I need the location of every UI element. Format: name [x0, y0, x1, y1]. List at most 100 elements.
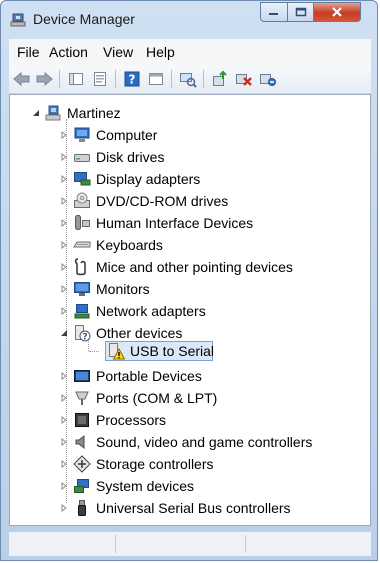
show-hide-tree-button[interactable]: [67, 70, 85, 88]
status-bar: [9, 531, 371, 556]
tree-root[interactable]: Martinez: [14, 102, 121, 123]
display-adapter-icon: [73, 170, 91, 188]
tree-item-disk-drives[interactable]: Disk drives: [60, 146, 164, 167]
disable-icon: [260, 74, 276, 86]
expand-arrow-icon: [61, 196, 67, 205]
tree-item-label: Keyboards: [96, 236, 163, 253]
tree-item-label: Network adapters: [96, 302, 206, 319]
update-driver-icon: [213, 70, 227, 86]
expand-arrow-icon: [61, 262, 67, 271]
tree-item-portable-devices[interactable]: Portable Devices: [60, 365, 202, 386]
tree-item-label: Computer: [96, 126, 158, 143]
expand-arrow-icon: [61, 284, 67, 293]
properties-icon: [94, 72, 106, 86]
keyboard-icon: [73, 236, 91, 254]
expand-arrow-icon: [61, 240, 67, 249]
tree-item-processors[interactable]: Processors: [60, 409, 166, 430]
close-icon: [332, 7, 342, 17]
expand-arrow-icon: [61, 481, 67, 490]
tree-item-mice[interactable]: Mice and other pointing devices: [60, 256, 293, 277]
menu-action[interactable]: Action: [49, 44, 88, 60]
tree-item-usb-to-serial[interactable]: USB to Serial: [107, 342, 214, 360]
network-adapter-icon: [73, 302, 91, 320]
device-manager-icon: [10, 13, 26, 27]
processor-icon: [73, 411, 91, 429]
disk-drive-icon: [73, 148, 91, 166]
storage-controller-icon: [73, 454, 91, 473]
tree-item-label: Other devices: [96, 324, 183, 341]
window-title: Device Manager: [33, 11, 135, 27]
scan-hardware-icon: [180, 73, 197, 88]
tree-item-label: Portable Devices: [96, 367, 202, 384]
tree-item-other-devices[interactable]: ? Other devices: [60, 322, 182, 343]
svg-text:?: ?: [82, 332, 87, 342]
mouse-icon: [73, 257, 91, 276]
tree-item-ports[interactable]: Ports (COM & LPT): [60, 387, 217, 408]
dvd-drive-icon: [73, 192, 91, 210]
tree-root-label: Martinez: [67, 104, 121, 121]
tree-item-label: Human Interface Devices: [96, 214, 254, 231]
expand-arrow-icon: [61, 218, 67, 227]
tree-item-dvd-cd-rom-drives[interactable]: DVD/CD-ROM drives: [60, 190, 228, 211]
monitor-icon: [73, 280, 91, 298]
tree-item-label: Storage controllers: [96, 455, 214, 472]
forward-icon: [36, 72, 53, 86]
expand-arrow-icon: [61, 152, 67, 161]
tree-item-human-interface-devices[interactable]: Human Interface Devices: [60, 212, 253, 233]
update-driver-button[interactable]: [211, 70, 229, 88]
port-icon: [73, 389, 91, 407]
menu-bar: File Action View Help: [9, 39, 371, 66]
tree-item-storage-controllers[interactable]: Storage controllers: [60, 453, 214, 474]
back-button[interactable]: [13, 70, 31, 88]
menu-help[interactable]: Help: [146, 44, 175, 60]
tree-item-display-adapters[interactable]: Display adapters: [60, 168, 200, 189]
tree-item-usb-controllers[interactable]: Universal Serial Bus controllers: [60, 497, 291, 518]
expand-arrow-icon: [61, 393, 67, 402]
expand-arrow-icon: [61, 306, 67, 315]
menu-view[interactable]: View: [103, 44, 133, 60]
tree-item-label: Ports (COM & LPT): [96, 389, 218, 406]
properties-button[interactable]: [91, 70, 109, 88]
tree-item-label: Mice and other pointing devices: [96, 258, 293, 275]
minimize-button[interactable]: [260, 2, 288, 22]
tree-item-network-adapters[interactable]: Network adapters: [60, 300, 206, 321]
uninstall-icon: [236, 74, 252, 86]
tree-item-sound-video-game[interactable]: Sound, video and game controllers: [60, 431, 312, 452]
scan-hardware-button[interactable]: [179, 70, 197, 88]
close-button[interactable]: [313, 2, 361, 22]
expand-arrow-icon: [61, 459, 67, 468]
title-bar[interactable]: Device Manager: [1, 1, 377, 39]
toolbar-separator: [203, 70, 204, 88]
view-button[interactable]: [147, 70, 165, 88]
tree-item-label: System devices: [96, 477, 195, 494]
tree-item-label: Monitors: [96, 280, 150, 297]
tree-item-keyboards[interactable]: Keyboards: [60, 234, 163, 255]
portable-device-icon: [73, 367, 91, 385]
tree-item-computer[interactable]: Computer: [60, 124, 157, 145]
device-tree[interactable]: Martinez Computer Disk drives Display ad…: [9, 94, 371, 526]
tree-item-monitors[interactable]: Monitors: [60, 278, 150, 299]
collapse-arrow-icon: [61, 329, 67, 336]
show-hide-tree-icon: [69, 73, 83, 85]
help-button[interactable]: ?: [123, 70, 141, 88]
unknown-device-icon: ?: [73, 324, 91, 342]
minimize-icon: [269, 13, 278, 15]
tree-item-system-devices[interactable]: System devices: [60, 475, 194, 496]
toolbar-separator: [115, 70, 116, 88]
tree-item-label: DVD/CD-ROM drives: [96, 192, 229, 209]
help-icon: ?: [124, 71, 140, 87]
disable-button[interactable]: [259, 70, 277, 88]
menu-file[interactable]: File: [17, 44, 40, 60]
maximize-button[interactable]: [287, 2, 314, 22]
forward-button[interactable]: [35, 70, 53, 88]
expand-arrow-icon: [61, 437, 67, 446]
usb-icon: [73, 499, 91, 517]
view-icon: [149, 73, 163, 85]
status-separator: [245, 535, 246, 553]
computer-root-icon: [44, 104, 62, 122]
uninstall-button[interactable]: [235, 70, 253, 88]
expand-arrow-icon: [61, 415, 67, 424]
collapse-arrow-icon: [33, 109, 39, 116]
expand-arrow-icon: [61, 130, 67, 139]
status-separator: [115, 535, 116, 553]
